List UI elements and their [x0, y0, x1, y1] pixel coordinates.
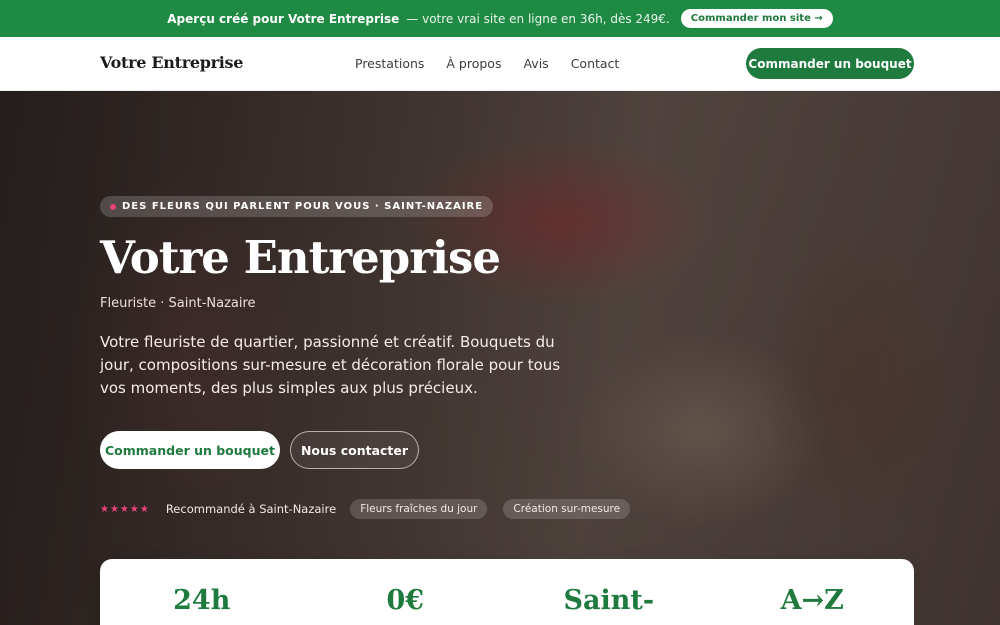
contact-us-button[interactable]: Nous contacter: [290, 431, 419, 469]
hero-section: DES FLEURS QUI PARLENT POUR VOUS · SAINT…: [0, 91, 1000, 625]
nav-link-prestations[interactable]: Prestations: [355, 56, 424, 71]
star-rating-icon: ★★★★★: [100, 503, 150, 515]
stat-range: A→Z: [780, 585, 844, 616]
promo-banner: Aperçu créé pour Votre Entreprise — votr…: [0, 0, 1000, 37]
hero-subtitle: Fleuriste · Saint-Nazaire: [100, 296, 256, 311]
nav-link-a-propos[interactable]: À propos: [446, 56, 501, 71]
badge-dot-icon: [110, 203, 116, 210]
promo-headline: Aperçu créé pour Votre Entreprise: [167, 11, 400, 26]
promo-text: — votre vrai site en ligne en 36h, dès 2…: [406, 11, 670, 26]
main-nav: Prestations À propos Avis Contact: [355, 56, 619, 71]
order-bouquet-button[interactable]: Commander un bouquet: [100, 431, 280, 469]
rating-row: ★★★★★ Recommandé à Saint-Nazaire Fleurs …: [100, 499, 646, 519]
stat-location: Saint-: [563, 585, 655, 616]
hero-title: Votre Entreprise: [100, 231, 501, 284]
nav-link-avis[interactable]: Avis: [523, 56, 548, 71]
nav-link-contact[interactable]: Contact: [571, 56, 620, 71]
stat-delivery: 24h: [173, 585, 231, 616]
stat-price: 0€: [386, 585, 425, 616]
order-site-button[interactable]: Commander mon site →: [680, 9, 833, 28]
site-logo[interactable]: Votre Entreprise: [100, 53, 243, 72]
stats-card: 24h 0€ Saint- A→Z: [100, 559, 914, 625]
rating-text: Recommandé à Saint-Nazaire: [165, 502, 337, 516]
pill-custom-creation: Création sur-mesure: [503, 499, 631, 519]
hero-badge: DES FLEURS QUI PARLENT POUR VOUS · SAINT…: [100, 196, 494, 217]
hero-description: Votre fleuriste de quartier, passionné e…: [100, 333, 561, 397]
site-header: Votre Entreprise Prestations À propos Av…: [0, 37, 1000, 91]
header-order-bouquet-button[interactable]: Commander un bouquet: [746, 48, 914, 79]
pill-fresh-flowers: Fleurs fraîches du jour: [350, 499, 488, 519]
hero-badge-text: DES FLEURS QUI PARLENT POUR VOUS · SAINT…: [122, 201, 484, 212]
